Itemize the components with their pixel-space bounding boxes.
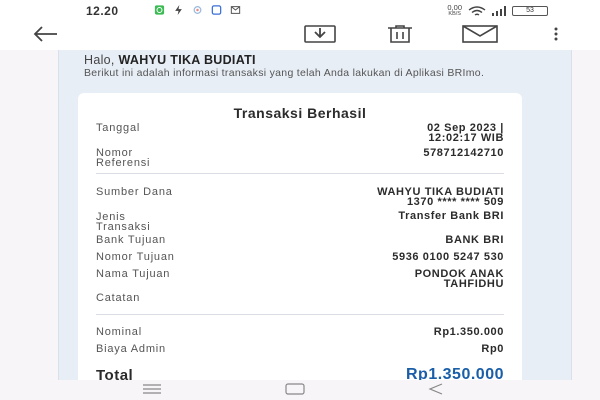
value-nominal: Rp1.350.000	[433, 326, 504, 338]
label-nomor-referensi: Nomor Referensi	[96, 147, 151, 169]
label-catatan: Catatan	[96, 292, 141, 304]
label-nomor-tujuan: Nomor Tujuan	[96, 251, 175, 263]
app-icon	[211, 5, 222, 15]
label-tanggal: Tanggal	[96, 122, 141, 134]
trash-icon[interactable]	[384, 25, 416, 43]
user-name: WAHYU TIKA BUDIATI	[118, 53, 256, 67]
intro-text: Berikut ini adalah informasi transaksi y…	[84, 67, 485, 79]
signal-icon	[492, 6, 506, 16]
status-time: 12.20	[86, 4, 119, 18]
more-vertical-icon[interactable]	[553, 25, 559, 43]
value-nomor-tujuan: 5936 0100 5247 530	[392, 251, 504, 263]
status-bar: 12.20 0,00 KB/S 53	[0, 0, 600, 20]
value-bank-tujuan: BANK BRI	[445, 234, 504, 246]
divider	[96, 173, 504, 174]
notification-icons	[154, 5, 241, 15]
label-bank-tujuan: Bank Tujuan	[96, 234, 166, 246]
value-nomor-referensi: 578712142710	[423, 147, 504, 159]
menu-icon[interactable]	[142, 383, 162, 395]
system-nav-bar	[0, 380, 600, 400]
divider	[96, 314, 504, 315]
system-indicators: 0,00 KB/S 53	[447, 4, 548, 18]
receipt-title: Transaksi Berhasil	[233, 105, 367, 121]
whatsapp-icon	[154, 5, 165, 15]
network-speed: 0,00 KB/S	[447, 3, 462, 17]
download-icon[interactable]	[304, 25, 336, 43]
battery-indicator: 53	[512, 6, 548, 16]
value-tanggal: 02 Sep 2023 | 12:02:17 WIB	[427, 122, 504, 144]
wifi-icon	[468, 5, 486, 16]
label-nominal: Nominal	[96, 326, 142, 338]
label-nama-tujuan: Nama Tujuan	[96, 268, 171, 280]
label-jenis-transaksi: Jenis Transaksi	[96, 211, 151, 233]
back-nav-icon[interactable]	[428, 383, 444, 395]
value-jenis-transaksi: Transfer Bank BRI	[398, 210, 504, 222]
mail-icon[interactable]	[462, 25, 498, 43]
bolt-icon	[175, 5, 182, 15]
label-sumber-dana: Sumber Dana	[96, 186, 173, 198]
home-icon[interactable]	[285, 383, 305, 395]
value-nama-tujuan: PONDOK ANAK TAHFIDHU	[414, 268, 504, 290]
value-biaya-admin: Rp0	[481, 343, 504, 355]
pinwheel-icon	[193, 6, 202, 14]
label-biaya-admin: Biaya Admin	[96, 343, 166, 355]
app-bar	[0, 20, 600, 50]
gmail-icon	[230, 6, 241, 14]
back-arrow-icon[interactable]	[30, 24, 60, 44]
value-sumber-dana: WAHYU TIKA BUDIATI 1370 **** **** 509	[377, 186, 504, 208]
greeting: Halo, WAHYU TIKA BUDIATI	[84, 53, 256, 67]
